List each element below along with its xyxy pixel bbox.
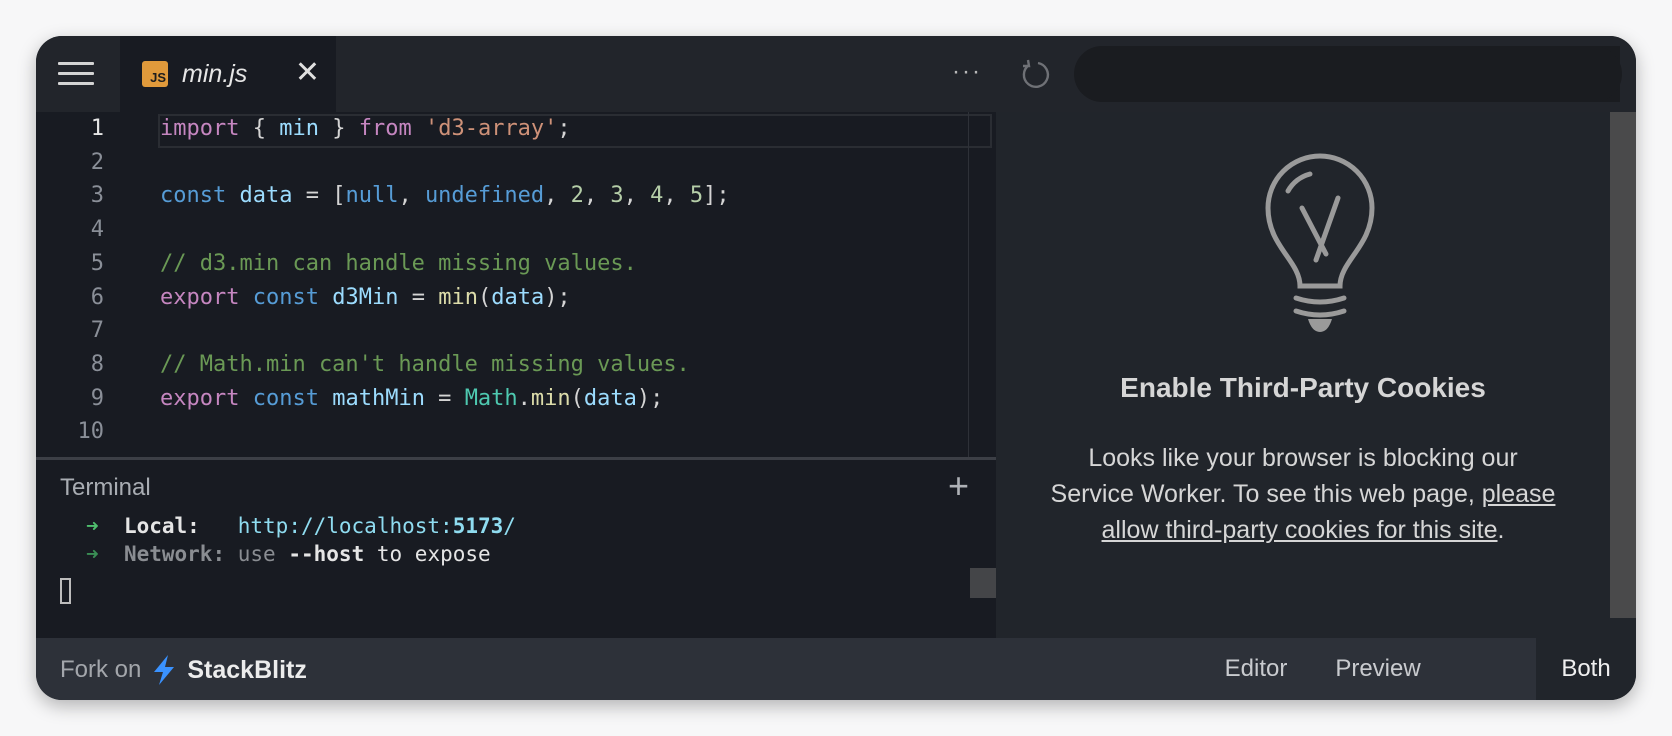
terminal-scrollbar[interactable] <box>970 568 996 598</box>
line-number: 8 <box>90 351 104 377</box>
line-number: 9 <box>90 385 104 411</box>
terminal-title: Terminal <box>60 474 151 501</box>
line-number: 6 <box>90 284 104 310</box>
line-number: 4 <box>90 217 104 243</box>
local-url[interactable]: http://localhost:5173/ <box>238 514 516 538</box>
line-number: 3 <box>90 183 104 209</box>
lightbulb-x-icon <box>1265 153 1375 332</box>
fork-on-stackblitz-link[interactable]: Fork on StackBlitz <box>60 654 307 686</box>
code-line[interactable]: export const d3Min = min(data); <box>160 285 571 310</box>
tab-min-js[interactable]: JS min.js ✕ <box>120 36 336 112</box>
preview-message: Looks like your browser is blocking our … <box>1050 444 1556 544</box>
code-line[interactable]: export const mathMin = Math.min(data); <box>160 386 663 411</box>
view-preview-button[interactable]: Preview <box>1318 638 1438 700</box>
line-number: 2 <box>90 149 104 175</box>
terminal-network-line: ➜ Network: use --host to expose <box>86 542 491 566</box>
code-line[interactable]: // Math.min can't handle missing values. <box>160 352 690 377</box>
hamburger-menu-icon[interactable] <box>58 62 94 86</box>
code-line[interactable]: import { min } from 'd3-array'; <box>160 116 571 141</box>
more-options-button[interactable]: ··· <box>952 58 982 86</box>
top-bar: JS min.js ✕ ··· <box>36 36 1636 112</box>
preview-title: Enable Third-Party Cookies <box>1120 372 1486 403</box>
local-label: Local: <box>123 514 200 538</box>
bolt-icon <box>154 655 175 685</box>
editor-ruler <box>968 112 969 457</box>
code-editor[interactable]: 1 2 3 4 5 6 7 8 9 10 import { min } from 'd3-arra… <box>36 112 996 457</box>
arrow-icon: ➜ <box>86 514 99 538</box>
line-number: 1 <box>90 116 104 141</box>
view-editor-button[interactable]: Editor <box>1206 638 1306 700</box>
code-line[interactable]: const data = [null, undefined, 2, 3, 4, … <box>160 183 730 208</box>
refresh-icon[interactable] <box>1018 56 1054 92</box>
network-label: Network: <box>123 542 226 566</box>
js-file-icon: JS <box>142 61 168 87</box>
arrow-icon: ➜ <box>86 542 99 566</box>
plus-icon[interactable]: + <box>948 468 969 504</box>
code-line[interactable]: // d3.min can handle missing values. <box>160 251 637 276</box>
view-both-button[interactable]: Both <box>1536 638 1636 700</box>
preview-panel: Enable Third-Party Cookies Looks like yo… <box>996 112 1636 638</box>
stackblitz-logo: StackBlitz <box>187 655 307 684</box>
tab-title: min.js <box>182 59 248 88</box>
preview-url-input[interactable] <box>1074 46 1620 102</box>
preview-scrollbar[interactable] <box>1610 112 1636 618</box>
line-number: 10 <box>77 419 105 445</box>
line-number-gutter: 1 2 3 4 5 6 7 8 9 10 <box>36 112 136 457</box>
close-icon[interactable]: ✕ <box>295 58 320 88</box>
line-number: 5 <box>90 250 104 276</box>
stackblitz-embed-window: JS min.js ✕ ··· 1 2 3 4 5 6 7 8 9 10 import { min… <box>36 36 1636 700</box>
preview-url-input-end <box>1566 46 1622 102</box>
terminal-panel[interactable]: Terminal + ➜ Local: http://localhost:517… <box>36 457 996 641</box>
terminal-local-line: ➜ Local: http://localhost:5173/ <box>86 514 516 538</box>
terminal-cursor <box>60 578 71 604</box>
footer-bar: Fork on StackBlitz Editor Preview Both <box>36 638 1636 700</box>
line-number: 7 <box>90 318 104 344</box>
